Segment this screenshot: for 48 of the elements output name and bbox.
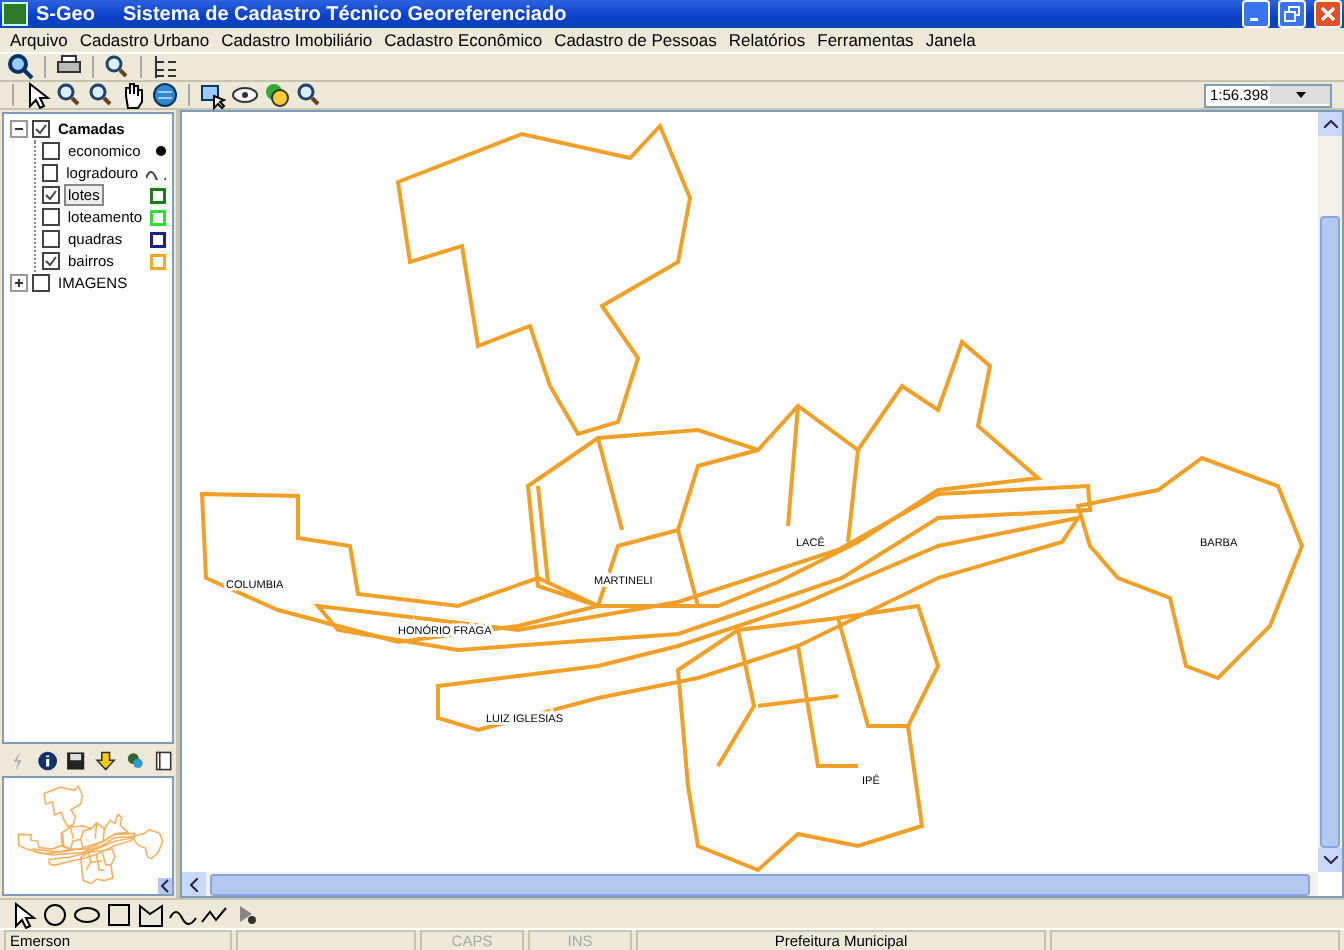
menu-item[interactable]: Cadastro Urbano [73, 30, 216, 50]
restore-icon [1284, 6, 1300, 22]
scroll-arrow-icon[interactable] [158, 878, 172, 894]
menu-item[interactable]: Relatórios [722, 30, 812, 50]
scroll-down-icon[interactable] [1318, 848, 1342, 872]
dropdown-caret-icon [1295, 92, 1305, 98]
layer-checkbox[interactable] [42, 142, 60, 160]
menu-item[interactable]: Cadastro Econômico [378, 30, 549, 50]
search-icon[interactable] [6, 52, 36, 82]
layer-checkbox[interactable] [32, 120, 50, 138]
collapse-icon[interactable] [10, 120, 28, 138]
close-button[interactable] [1314, 0, 1342, 28]
check-icon [34, 122, 48, 136]
layer-checkbox[interactable] [32, 274, 50, 292]
layer-checkbox[interactable] [42, 230, 60, 248]
layer-checkbox[interactable] [42, 208, 60, 226]
close-icon [1320, 6, 1336, 22]
zoom-extent-icon[interactable] [294, 80, 324, 110]
rectangle-tool-icon[interactable] [104, 899, 134, 929]
zoom-in-icon[interactable] [54, 80, 84, 110]
check-icon [44, 188, 58, 202]
restore-button[interactable] [1278, 0, 1306, 28]
layer-checkbox[interactable] [42, 164, 59, 182]
menu-item[interactable]: Ferramentas [811, 30, 920, 50]
scrollbar-thumb[interactable] [210, 873, 1310, 895]
menu-item[interactable]: Janela [919, 30, 982, 50]
scrollbar-thumb[interactable] [1320, 216, 1340, 848]
layer-tree-icon[interactable] [150, 52, 180, 82]
zoom-out-icon[interactable] [86, 80, 116, 110]
select-icon[interactable] [198, 80, 228, 110]
polygon-tool-icon[interactable] [136, 899, 166, 929]
minimize-button[interactable] [1242, 0, 1270, 28]
app-icon [2, 2, 28, 26]
menu-item[interactable]: Cadastro Imobiliário [215, 30, 379, 50]
database-icon[interactable] [262, 80, 292, 110]
check-icon [44, 254, 58, 268]
expand-icon[interactable] [10, 274, 28, 292]
layer-checkbox[interactable] [42, 252, 60, 270]
window-title: Sistema de Cadastro Técnico Georeferenciado [122, 3, 567, 25]
circle-tool-icon[interactable] [40, 899, 70, 929]
zoom-icon[interactable] [102, 52, 132, 82]
scroll-left-icon[interactable] [182, 872, 206, 896]
layer-checkbox[interactable] [42, 186, 60, 204]
menu-item[interactable]: Cadastro de Pessoas [548, 30, 723, 50]
scroll-up-icon[interactable] [1318, 112, 1342, 136]
app-name: S-Geo [36, 3, 95, 25]
globe-icon[interactable] [150, 80, 180, 110]
menu-item[interactable]: Arquivo [4, 30, 74, 50]
